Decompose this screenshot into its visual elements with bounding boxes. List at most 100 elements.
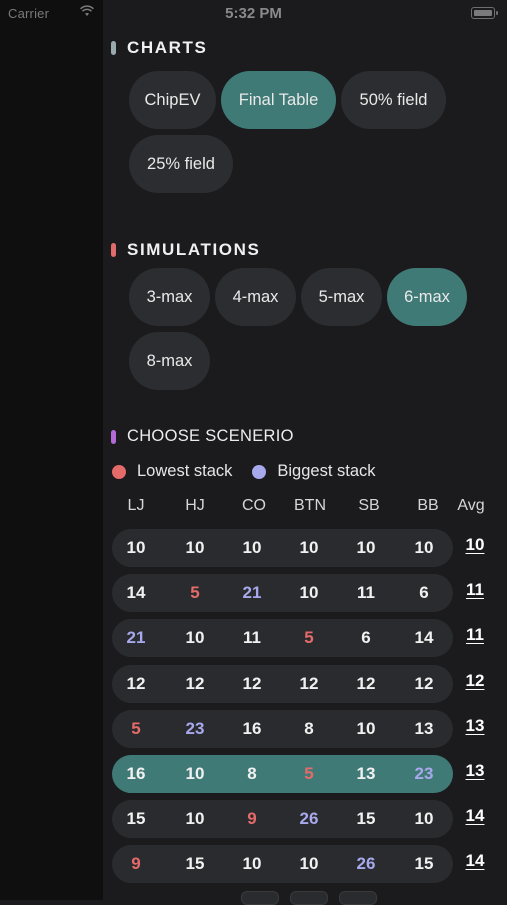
stack-cell: 15 [356, 809, 376, 828]
stack-cell: 10 [414, 538, 434, 557]
stack-cell: 5 [131, 719, 141, 738]
page-tab[interactable] [241, 891, 279, 905]
simulation-option-5max[interactable]: 5-max [301, 268, 382, 326]
stack-cell: 10 [299, 538, 319, 557]
average-stack-link[interactable]: 14 [455, 806, 495, 826]
stack-cell: 12 [185, 674, 205, 693]
stack-cell: 9 [247, 809, 257, 828]
simulation-option-3max[interactable]: 3-max [129, 268, 210, 326]
average-stack-link[interactable]: 11 [455, 625, 495, 645]
stack-cell: 13 [356, 764, 376, 783]
simulation-option-6max[interactable]: 6-max [387, 268, 467, 326]
page-tab[interactable] [290, 891, 328, 905]
stack-cell: 13 [414, 719, 434, 738]
header-hj: HJ [185, 497, 205, 514]
stack-cell: 10 [299, 583, 319, 602]
lowest-stack-label: Lowest stack [137, 462, 233, 480]
stack-cell: 6 [419, 583, 429, 602]
stack-cell: 10 [185, 809, 205, 828]
chart-option-50-field[interactable]: 50% field [341, 71, 446, 129]
stack-cell: 10 [414, 809, 434, 828]
stack-cell: 11 [357, 583, 375, 602]
stack-cell: 16 [126, 764, 146, 783]
stack-cell: 6 [361, 628, 371, 647]
simulations-marker-icon [111, 243, 116, 257]
scenario-row[interactable]: 15 10 9 26 15 10 [112, 800, 453, 838]
charts-title-label: CHARTS [127, 38, 208, 57]
stack-cell: 10 [356, 538, 376, 557]
stack-cell: 26 [299, 809, 319, 828]
stack-cell: 12 [414, 674, 434, 693]
chart-option-25-field[interactable]: 25% field [129, 135, 233, 193]
left-panel-background [0, 0, 103, 900]
scenario-row[interactable]: 9 15 10 10 26 15 [112, 845, 453, 883]
scenario-table-header: LJ HJ CO BTN SB BB Avg [103, 497, 507, 519]
average-stack-link[interactable]: 10 [455, 535, 495, 555]
stack-cell: 10 [126, 538, 146, 557]
stack-cell: 10 [242, 538, 262, 557]
average-stack-link[interactable]: 14 [455, 851, 495, 871]
lowest-stack-dot-icon [112, 464, 126, 479]
stack-cell: 15 [126, 809, 146, 828]
stack-cell: 11 [243, 628, 261, 647]
scenario-section-title: CHOOSE SCENERIO [111, 427, 294, 446]
biggest-stack-label: Biggest stack [277, 462, 376, 480]
scenario-row[interactable]: 14 5 21 10 11 6 [112, 574, 453, 612]
stack-cell: 12 [299, 674, 319, 693]
stack-cell: 12 [242, 674, 262, 693]
stack-cell: 10 [185, 628, 205, 647]
scenario-row[interactable]: 5 23 16 8 10 13 [112, 710, 453, 748]
stack-cell: 14 [414, 628, 434, 647]
chart-option-chipev[interactable]: ChipEV [129, 71, 216, 129]
stack-cell: 10 [242, 854, 262, 873]
header-btn: BTN [294, 497, 326, 514]
simulation-option-4max[interactable]: 4-max [215, 268, 296, 326]
stack-cell: 12 [126, 674, 146, 693]
simulations-title-label: SIMULATIONS [127, 240, 261, 259]
stack-cell: 10 [185, 538, 205, 557]
stack-cell: 15 [414, 854, 434, 873]
stack-legend: Lowest stack Biggest stack [112, 462, 376, 481]
page-tab[interactable] [339, 891, 377, 905]
scenario-row[interactable]: 10 10 10 10 10 10 [112, 529, 453, 567]
simulation-option-8max[interactable]: 8-max [129, 332, 210, 390]
stack-cell: 15 [185, 854, 205, 873]
stack-cell: 10 [299, 854, 319, 873]
scenario-row[interactable]: 16 10 8 5 13 23 [112, 755, 453, 793]
stack-cell: 10 [185, 764, 205, 783]
stack-cell: 12 [356, 674, 376, 693]
scenario-marker-icon [111, 429, 116, 444]
stack-cell: 26 [356, 854, 376, 873]
stack-cell: 5 [304, 764, 314, 783]
chart-option-final-table[interactable]: Final Table [221, 71, 336, 129]
header-co: CO [242, 497, 266, 514]
stack-cell: 5 [304, 628, 314, 647]
stack-cell: 21 [242, 583, 262, 602]
simulations-section-title: SIMULATIONS [111, 240, 260, 260]
average-stack-link[interactable]: 13 [455, 761, 495, 781]
stack-cell: 8 [304, 719, 314, 738]
stack-cell: 10 [356, 719, 376, 738]
header-bb: BB [417, 497, 439, 514]
stack-cell: 8 [247, 764, 257, 783]
scenario-row[interactable]: 21 10 11 5 6 14 [112, 619, 453, 657]
header-lj: LJ [127, 497, 145, 514]
stack-cell: 21 [126, 628, 146, 647]
stack-cell: 14 [126, 583, 146, 602]
average-stack-link[interactable]: 13 [455, 716, 495, 736]
scenario-title-label: CHOOSE SCENERIO [127, 427, 294, 445]
stack-cell: 5 [190, 583, 200, 602]
stack-cell: 23 [185, 719, 205, 738]
biggest-stack-dot-icon [252, 464, 267, 479]
average-stack-link[interactable]: 11 [455, 580, 495, 600]
charts-section-title: CHARTS [111, 38, 207, 58]
header-sb: SB [358, 497, 380, 514]
stack-cell: 16 [242, 719, 262, 738]
scenario-row[interactable]: 12 12 12 12 12 12 [112, 665, 453, 703]
stack-cell: 9 [131, 854, 141, 873]
main-content: CHARTS ChipEV Final Table 50% field 25% … [103, 0, 507, 905]
stack-cell: 23 [414, 764, 434, 783]
header-avg: Avg [457, 497, 485, 514]
average-stack-link[interactable]: 12 [455, 671, 495, 691]
charts-marker-icon [111, 41, 116, 55]
